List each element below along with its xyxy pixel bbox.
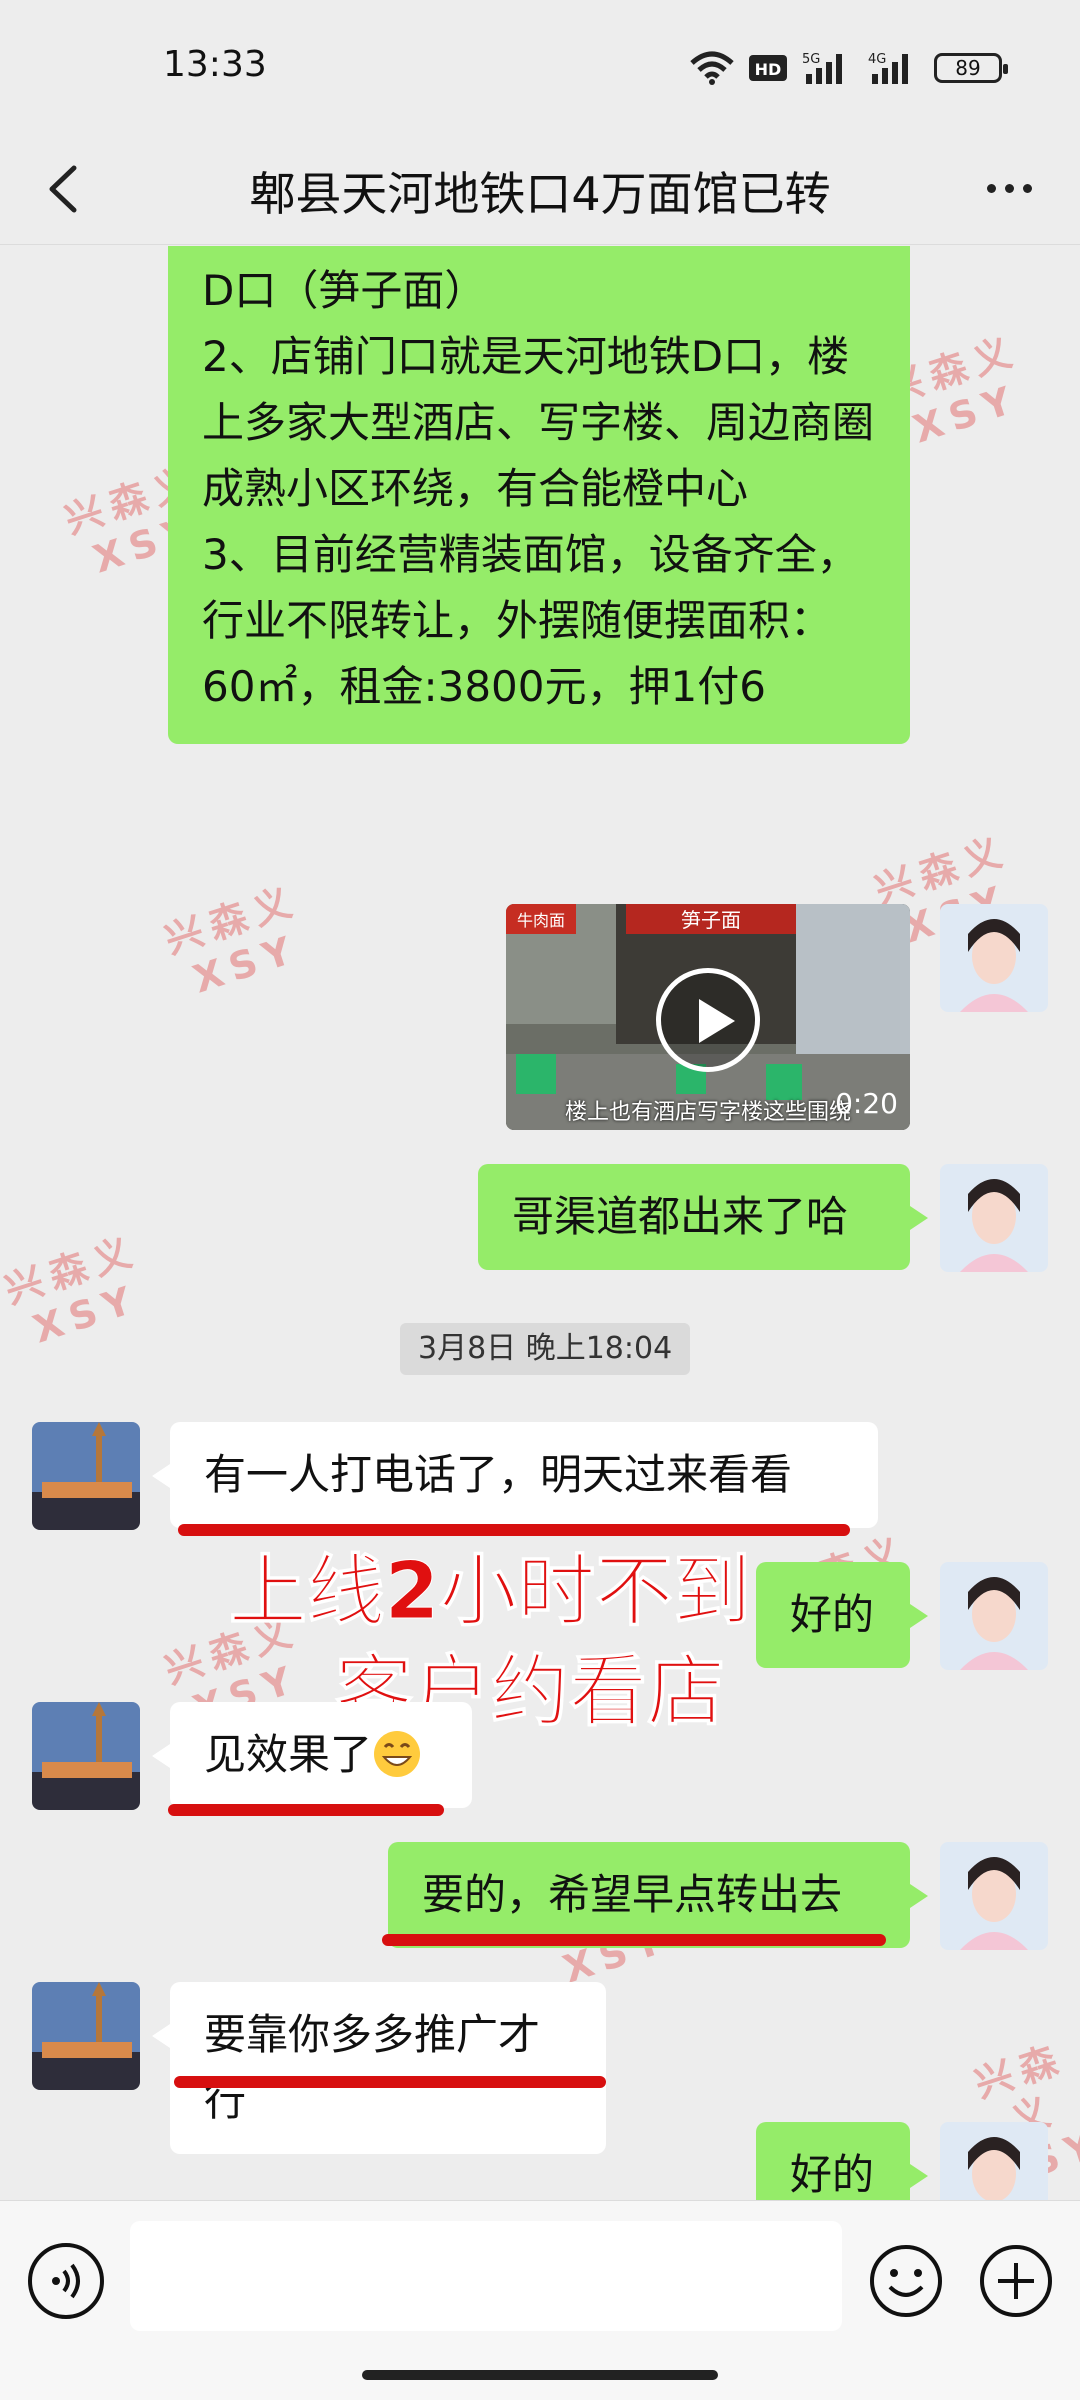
- status-icons: HD 5G 4G 89: [690, 48, 1008, 88]
- network-4g-label: 4G: [868, 52, 886, 67]
- home-indicator[interactable]: [362, 2370, 718, 2380]
- avatar-contact[interactable]: [32, 1422, 140, 1530]
- avatar-me[interactable]: [940, 904, 1048, 1012]
- highlight-underline: [174, 2076, 606, 2088]
- avatar-me[interactable]: [940, 1164, 1048, 1272]
- chat-title: 郫县天河地铁口4万面馆已转: [249, 167, 831, 221]
- more-dots-icon[interactable]: [974, 158, 1044, 218]
- battery-icon: 89: [934, 53, 1008, 83]
- highlight-underline: [178, 1524, 850, 1536]
- battery-level: 89: [955, 56, 981, 80]
- message-bubble[interactable]: 好的: [756, 2122, 928, 2200]
- emoji-icon[interactable]: [868, 2243, 944, 2319]
- timestamp-divider: 3月8日 晚上18:04: [400, 1323, 691, 1375]
- video-message[interactable]: 牛肉面 笋子面 楼上也有酒店写字楼这些围绕 0:20: [506, 904, 910, 1130]
- message-bubble[interactable]: 哥渠道都出来了哈: [478, 1164, 928, 1270]
- message-bubble[interactable]: 要的，希望早点转出去: [388, 1842, 928, 1948]
- annotation-line1: 上线2小时不到: [228, 1547, 752, 1638]
- network-5g-label: 5G: [802, 52, 820, 67]
- message-bubble-listing[interactable]: D口（笋子面） 2、店铺门口就是天河地铁D口，楼上多家大型酒店、写字楼、周边商圈…: [168, 246, 910, 744]
- voice-icon[interactable]: [28, 2243, 104, 2319]
- plus-icon[interactable]: [978, 2243, 1054, 2319]
- avatar-contact[interactable]: [32, 1702, 140, 1810]
- watermark: 兴森义XSY: [0, 1227, 145, 1352]
- shop-sign-text: 笋子面: [681, 908, 741, 932]
- message-text: 见效果了: [204, 1730, 373, 1779]
- signal-5g-icon: 5G: [802, 52, 842, 84]
- play-icon[interactable]: [656, 968, 760, 1072]
- video-duration: 0:20: [835, 1087, 898, 1120]
- avatar-me[interactable]: [940, 1842, 1048, 1950]
- hd-icon: HD: [749, 55, 787, 81]
- watermark: 兴森义XSY: [159, 877, 305, 1002]
- message-bubble[interactable]: 要靠你多多推广才行: [152, 1982, 606, 2154]
- message-bubble[interactable]: 见效果了: [152, 1702, 472, 1808]
- highlight-underline: [168, 1804, 444, 1816]
- highlight-underline: [382, 1934, 886, 1946]
- grin-emoji-icon: [374, 1731, 421, 1777]
- status-bar: 13:33 HD 5G 4G 89: [0, 0, 1080, 130]
- avatar-me[interactable]: [940, 1562, 1048, 1670]
- input-bar: [0, 2200, 1080, 2400]
- side-sign-text: 牛肉面: [517, 911, 565, 930]
- avatar-me[interactable]: [940, 2122, 1048, 2200]
- wifi-icon: [690, 51, 734, 85]
- status-time: 13:33: [163, 44, 267, 85]
- avatar-contact[interactable]: [32, 1982, 140, 2090]
- signal-4g-icon: 4G: [868, 52, 908, 84]
- message-list[interactable]: 兴森义XSY 兴森义XSY 兴森义XSY 兴森义XSY 兴森义XSY 兴森义XS…: [0, 246, 1080, 2200]
- message-bubble[interactable]: 有一人打电话了，明天过来看看: [152, 1422, 878, 1528]
- chat-header: 郫县天河地铁口4万面馆已转: [0, 130, 1080, 245]
- message-bubble[interactable]: 好的: [756, 1562, 928, 1668]
- hd-label: HD: [755, 60, 782, 79]
- message-input[interactable]: [130, 2221, 842, 2331]
